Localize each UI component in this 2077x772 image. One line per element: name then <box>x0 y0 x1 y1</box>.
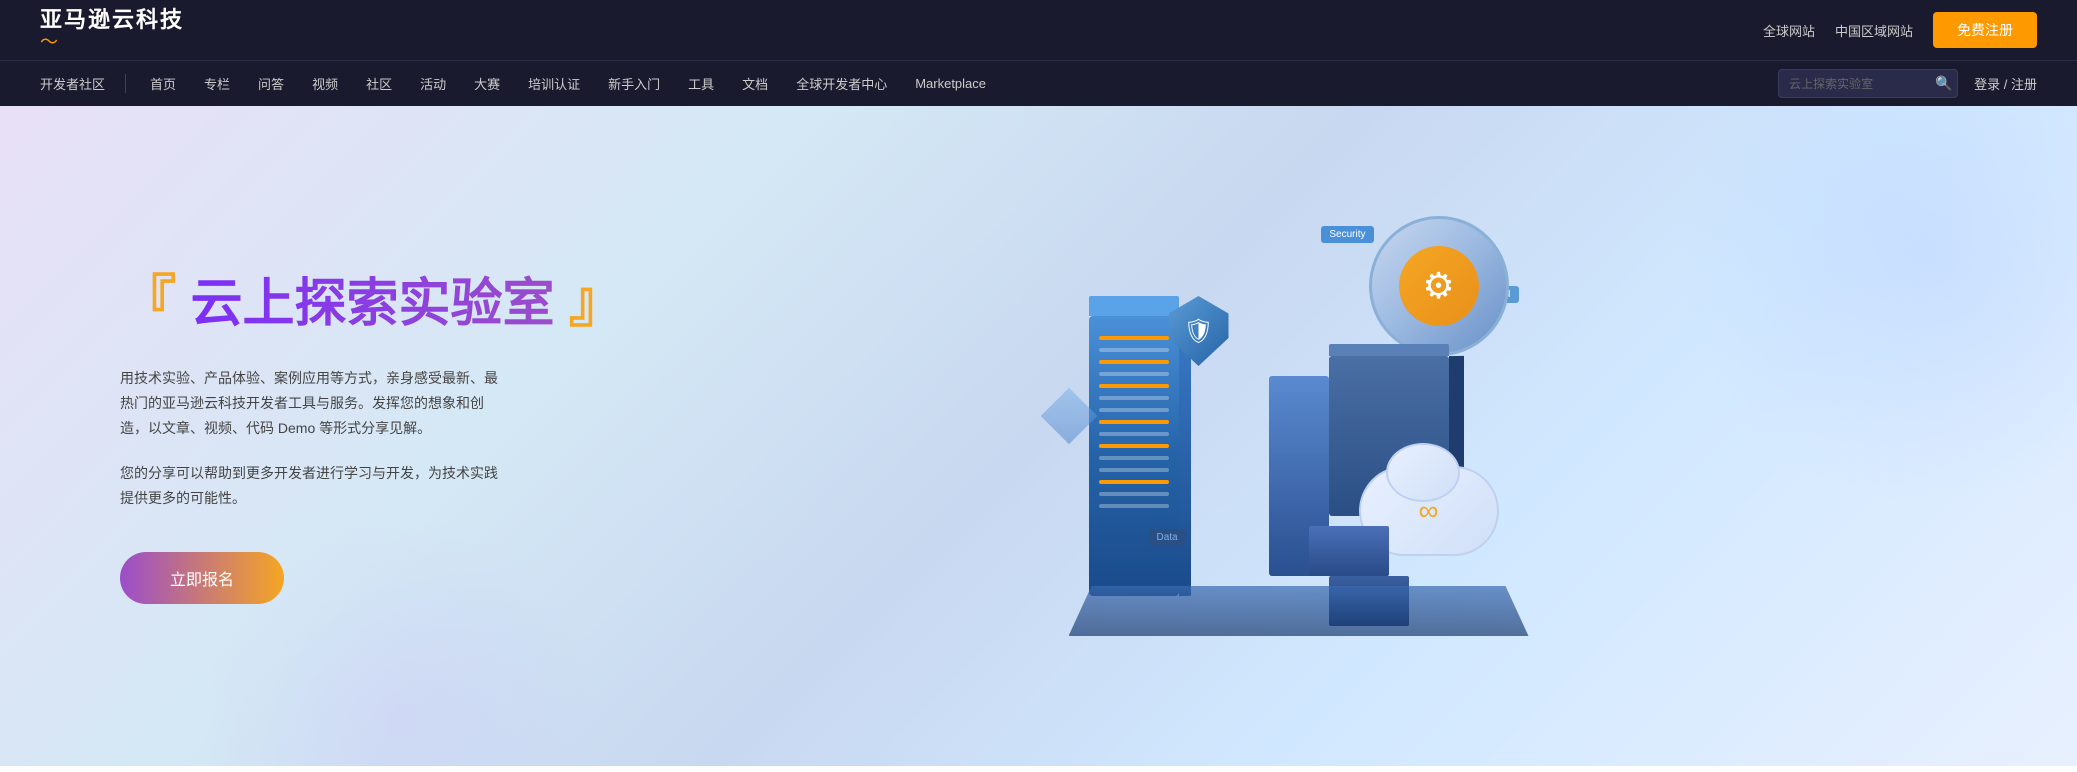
nav-item-qa[interactable]: 问答 <box>244 61 298 107</box>
nav-item-beginner[interactable]: 新手入门 <box>594 61 674 107</box>
shield-badge-illustration: 🛡 <box>1169 296 1239 376</box>
hero-title: 『 云上探索实验室 』 <box>120 268 640 335</box>
server-line-8 <box>1099 420 1169 424</box>
nav-bar: 开发者社区 首页 专栏 问答 视频 社区 活动 大赛 培训认证 新手入门 工具 … <box>0 60 2077 106</box>
hero-section: 『 云上探索实验室 』 用技术实验、产品体验、案例应用等方式，亲身感受最新、最热… <box>0 106 2077 766</box>
server-line-2 <box>1099 348 1169 352</box>
china-site-link[interactable]: 中国区域网站 <box>1835 21 1913 40</box>
top-right-area: 全球网站 中国区域网站 免费注册 <box>1763 12 2037 48</box>
platform-base <box>1069 586 1529 636</box>
nav-item-docs[interactable]: 文档 <box>728 61 782 107</box>
gear-sphere-illustration: ⚙ <box>1369 216 1509 356</box>
server-line-13 <box>1099 480 1169 484</box>
server-line-5 <box>1099 384 1169 388</box>
search-input[interactable] <box>1789 77 1929 91</box>
hero-description-1: 用技术实验、产品体验、案例应用等方式，亲身感受最新、最热门的亚马逊云科技开发者工… <box>120 366 500 442</box>
title-right-bracket: 』 <box>569 270 625 333</box>
server-tower-top <box>1089 296 1179 316</box>
server-line-11 <box>1099 456 1169 460</box>
server-lines <box>1089 316 1179 528</box>
nav-item-home[interactable]: 首页 <box>136 61 190 107</box>
nav-item-community[interactable]: 社区 <box>352 61 406 107</box>
server-line-15 <box>1099 504 1169 508</box>
nav-item-training[interactable]: 培训认证 <box>514 61 594 107</box>
hero-description-2: 您的分享可以帮助到更多开发者进行学习与开发，为技术实践提供更多的可能性。 <box>120 461 500 511</box>
cloud-icon: ∞ <box>1419 495 1439 527</box>
nav-item-activity[interactable]: 活动 <box>406 61 460 107</box>
global-site-link[interactable]: 全球网站 <box>1763 21 1815 40</box>
nav-item-global-dev[interactable]: 全球开发者中心 <box>782 61 901 107</box>
nav-item-video[interactable]: 视频 <box>298 61 352 107</box>
nav-item-contest[interactable]: 大赛 <box>460 61 514 107</box>
server-line-9 <box>1099 432 1169 436</box>
search-box[interactable]: 🔍 <box>1778 69 1958 98</box>
login-link[interactable]: 登录 / 注册 <box>1974 74 2037 93</box>
search-icon[interactable]: 🔍 <box>1935 75 1952 92</box>
nav-item-column[interactable]: 专栏 <box>190 61 244 107</box>
server-line-6 <box>1099 396 1169 400</box>
logo-arrow-icon: 〜 <box>40 33 56 51</box>
isometric-scene: Security AI ⚙ 🛡 <box>1049 196 1549 676</box>
hero-illustration: Security AI ⚙ 🛡 <box>640 186 1957 686</box>
server-tower-left <box>1089 316 1179 596</box>
nav-item-marketplace[interactable]: Marketplace <box>901 61 1000 107</box>
nav-right-area: 🔍 登录 / 注册 <box>1778 69 2037 98</box>
top-bar: 亚马逊云科技 〜 全球网站 中国区域网站 免费注册 <box>0 0 2077 60</box>
logo-text: 亚马逊云科技 <box>40 9 184 31</box>
stack-box-upper <box>1309 526 1389 576</box>
nav-items: 首页 专栏 问答 视频 社区 活动 大赛 培训认证 新手入门 工具 文档 全球开… <box>136 61 1778 107</box>
server-line-4 <box>1099 372 1169 376</box>
server-line-12 <box>1099 468 1169 472</box>
security-tag: Security <box>1321 226 1373 243</box>
server-line-3 <box>1099 360 1169 364</box>
title-left-bracket: 『 <box>120 270 176 333</box>
shield-icon: 🛡 <box>1169 296 1229 366</box>
server-line-1 <box>1099 336 1169 340</box>
hero-content-left: 『 云上探索实验室 』 用技术实验、产品体验、案例应用等方式，亲身感受最新、最热… <box>120 268 640 603</box>
cta-signup-button[interactable]: 立即报名 <box>120 552 284 604</box>
title-main-text: 云上探索实验室 <box>190 275 554 333</box>
gear-icon: ⚙ <box>1399 246 1479 326</box>
free-register-button[interactable]: 免费注册 <box>1933 12 2037 48</box>
server-line-14 <box>1099 492 1169 496</box>
server-line-7 <box>1099 408 1169 412</box>
server-line-10 <box>1099 444 1169 448</box>
data-tag: Data <box>1149 529 1186 546</box>
nav-brand-label: 开发者社区 <box>40 74 126 93</box>
logo: 亚马逊云科技 〜 <box>40 9 184 51</box>
nav-item-tools[interactable]: 工具 <box>674 61 728 107</box>
